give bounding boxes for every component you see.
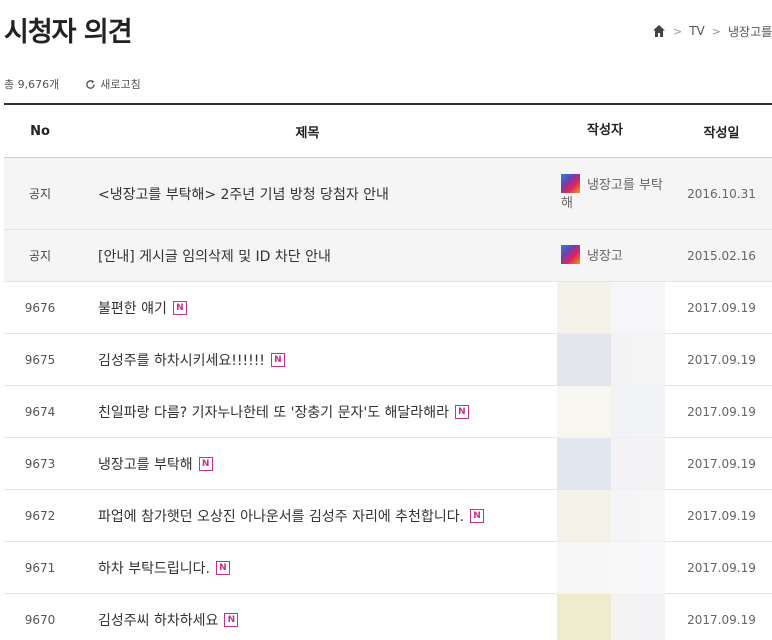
table-row[interactable]: 9672 파업에 참가햇던 오상진 아나운서를 김성주 자리에 추천합니다. N… — [4, 489, 772, 542]
post-title-link[interactable]: 파업에 참가햇던 오상진 아나운서를 김성주 자리에 추천합니다. N — [76, 506, 539, 526]
post-author-blurred — [539, 333, 671, 386]
post-title-link[interactable]: 불편한 얘기 N — [76, 298, 539, 318]
post-title-link[interactable]: 냉장고를 부탁해 N — [76, 454, 539, 474]
jtbc-logo-icon — [561, 174, 580, 193]
post-date: 2017.09.19 — [687, 352, 756, 367]
header-author: 작성자 — [587, 123, 623, 138]
post-author-blurred — [539, 593, 671, 640]
post-date: 2017.09.19 — [687, 404, 756, 419]
jtbc-logo-icon — [561, 245, 580, 264]
breadcrumb-item-tv[interactable]: TV — [689, 24, 705, 38]
notice-title-link[interactable]: <냉장고를 부탁해> 2주년 기념 방청 당첨자 안내 — [76, 184, 539, 204]
table-row[interactable]: 9675 김성주를 하차시키세요!!!!!! N 2017.09.19 — [4, 333, 772, 386]
table-row[interactable]: 9673 냉장고를 부탁해 N 2017.09.19 — [4, 437, 772, 490]
post-title: 불편한 얘기 — [98, 300, 167, 317]
notice-title: [안내] 게시글 임의삭제 및 ID 차단 안내 — [98, 248, 331, 265]
post-title: 파업에 참가햇던 오상진 아나운서를 김성주 자리에 추천합니다. — [98, 508, 465, 525]
post-author-blurred — [539, 541, 671, 594]
blurred-author-avatar — [557, 541, 665, 594]
new-badge-icon: N — [454, 404, 469, 419]
new-badge-icon: N — [215, 560, 230, 575]
table-row[interactable]: 9676 불편한 얘기 N 2017.09.19 — [4, 281, 772, 334]
header-title: 제목 — [295, 125, 320, 141]
new-badge-icon: N — [224, 612, 239, 627]
notice-date: 2015.02.16 — [687, 248, 756, 263]
table-row[interactable]: 9671 하차 부탁드립니다. N 2017.09.19 — [4, 541, 772, 594]
post-number: 9672 — [24, 508, 56, 523]
table-header: No 제목 작성자 작성일 — [4, 105, 772, 158]
post-title: 친일파랑 다름? 기자누나한테 또 '장충기 문자'도 해달라해라 — [98, 404, 449, 421]
notice-author: 냉장고를 부탁해 — [539, 174, 671, 213]
post-date: 2017.09.19 — [687, 560, 756, 575]
breadcrumb: > TV > 냉장고를 — [652, 22, 772, 40]
post-date: 2017.09.19 — [687, 456, 756, 471]
notice-date: 2016.10.31 — [687, 186, 756, 201]
new-badge-icon: N — [172, 300, 187, 315]
post-title-link[interactable]: 김성주씨 하차하세요 N — [76, 610, 539, 630]
post-number: 9671 — [24, 560, 56, 575]
page-title: 시청자 의견 — [4, 17, 133, 48]
notice-author: 냉장고 — [539, 245, 671, 266]
table-row[interactable]: 9670 김성주씨 하차하세요 N 2017.09.19 — [4, 593, 772, 640]
blurred-author-avatar — [557, 437, 665, 490]
notice-row[interactable]: 공지 [안내] 게시글 임의삭제 및 ID 차단 안내 냉장고 2015.02.… — [4, 230, 772, 282]
header-date: 작성일 — [703, 125, 740, 141]
refresh-label: 새로고침 — [100, 78, 141, 91]
blurred-author-avatar — [557, 593, 665, 640]
post-author-blurred — [539, 489, 671, 542]
chevron-right-icon: > — [673, 24, 683, 38]
post-title: 냉장고를 부탁해 — [98, 456, 193, 473]
notice-row[interactable]: 공지 <냉장고를 부탁해> 2주년 기념 방청 당첨자 안내 냉장고를 부탁해 … — [4, 158, 772, 230]
notice-author-name: 냉장고 — [587, 249, 623, 264]
blurred-author-avatar — [557, 489, 665, 542]
post-title-link[interactable]: 하차 부탁드립니다. N — [76, 558, 539, 578]
breadcrumb-item-program[interactable]: 냉장고를 — [728, 23, 772, 40]
home-icon[interactable] — [652, 24, 666, 38]
new-badge-icon: N — [470, 508, 485, 523]
post-date: 2017.09.19 — [687, 300, 756, 315]
notice-title-link[interactable]: [안내] 게시글 임의삭제 및 ID 차단 안내 — [76, 246, 539, 266]
post-title: 김성주를 하차시키세요!!!!!! — [98, 352, 265, 369]
new-badge-icon: N — [198, 456, 213, 471]
notice-label: 공지 — [28, 249, 52, 263]
post-author-blurred — [539, 437, 671, 490]
refresh-icon — [86, 79, 96, 89]
post-title: 김성주씨 하차하세요 — [98, 612, 219, 629]
post-number: 9673 — [24, 456, 56, 471]
blurred-author-avatar — [557, 385, 665, 438]
post-number: 9675 — [24, 352, 56, 367]
chevron-right-icon: > — [711, 24, 721, 38]
post-number: 9670 — [24, 612, 56, 627]
post-title-link[interactable]: 김성주를 하차시키세요!!!!!! N — [76, 350, 539, 370]
post-number: 9674 — [24, 404, 56, 419]
header-no: No — [30, 123, 50, 139]
post-author-blurred — [539, 385, 671, 438]
total-count: 총 9,676개 — [4, 78, 60, 91]
post-title-link[interactable]: 친일파랑 다름? 기자누나한테 또 '장충기 문자'도 해달라해라 N — [76, 402, 539, 422]
board-table: No 제목 작성자 작성일 공지 <냉장고를 부탁해> 2주년 기념 방청 당첨… — [4, 103, 772, 640]
post-date: 2017.09.19 — [687, 508, 756, 523]
notice-label: 공지 — [28, 187, 52, 201]
post-number: 9676 — [24, 300, 56, 315]
post-author-blurred — [539, 281, 671, 334]
board-meta: 총 9,676개 새로고침 — [4, 76, 141, 92]
new-badge-icon: N — [270, 352, 285, 367]
post-date: 2017.09.19 — [687, 612, 756, 627]
post-title: 하차 부탁드립니다. — [98, 560, 210, 577]
refresh-button[interactable]: 새로고침 — [85, 76, 141, 92]
blurred-author-avatar — [557, 333, 665, 386]
notice-title: <냉장고를 부탁해> 2주년 기념 방청 당첨자 안내 — [98, 186, 389, 203]
table-row[interactable]: 9674 친일파랑 다름? 기자누나한테 또 '장충기 문자'도 해달라해라 N… — [4, 385, 772, 438]
blurred-author-avatar — [557, 281, 665, 334]
